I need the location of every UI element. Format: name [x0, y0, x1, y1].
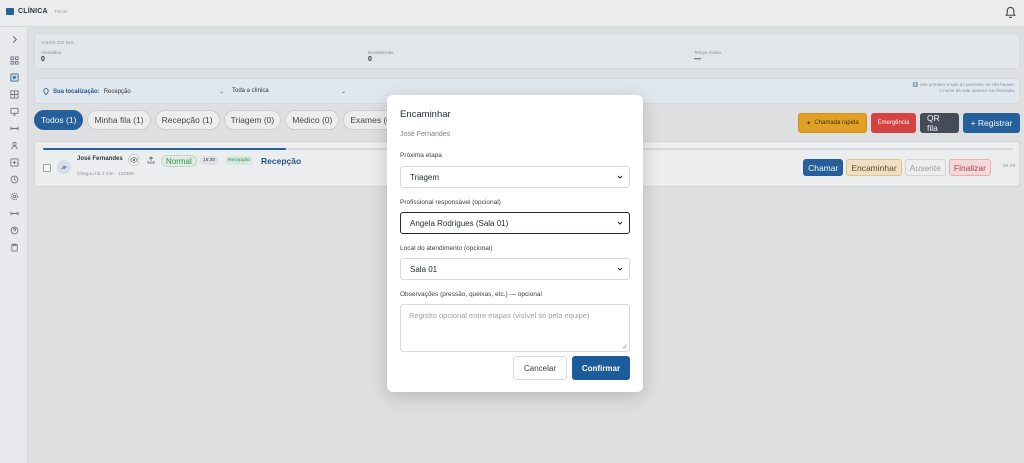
confirm-button[interactable]: Confirmar [572, 356, 630, 380]
notes-placeholder: Registro opcional entre etapas (visível … [409, 311, 590, 320]
chevron-down-icon [617, 175, 623, 179]
resize-handle-icon[interactable] [621, 343, 627, 349]
location-label: Local do atendimento (opcional) [400, 245, 493, 252]
location-value: Sala 01 [410, 264, 438, 274]
cancel-button[interactable]: Cancelar [513, 356, 567, 380]
location-select[interactable]: Sala 01 [400, 258, 630, 280]
chevron-down-icon [617, 267, 623, 271]
professional-label: Profissional responsável (opcional) [400, 199, 501, 206]
next-stage-select[interactable]: Triagem [400, 166, 630, 188]
modal-title: Encaminhar [400, 109, 451, 120]
modal-patient-name: José Fernandes [400, 131, 451, 138]
notes-label: Observações (pressão, queixas, etc.) — o… [400, 291, 542, 298]
professional-value: Angela Rodrigues (Sala 01) [410, 218, 509, 228]
forward-modal: Encaminhar José Fernandes Próxima etapa … [387, 95, 643, 392]
chevron-down-icon [617, 221, 623, 225]
next-stage-label: Próxima etapa [400, 152, 442, 159]
next-stage-value: Triagem [410, 172, 440, 182]
notes-textarea[interactable]: Registro opcional entre etapas (visível … [400, 304, 630, 352]
professional-select[interactable]: Angela Rodrigues (Sala 01) [400, 212, 630, 234]
